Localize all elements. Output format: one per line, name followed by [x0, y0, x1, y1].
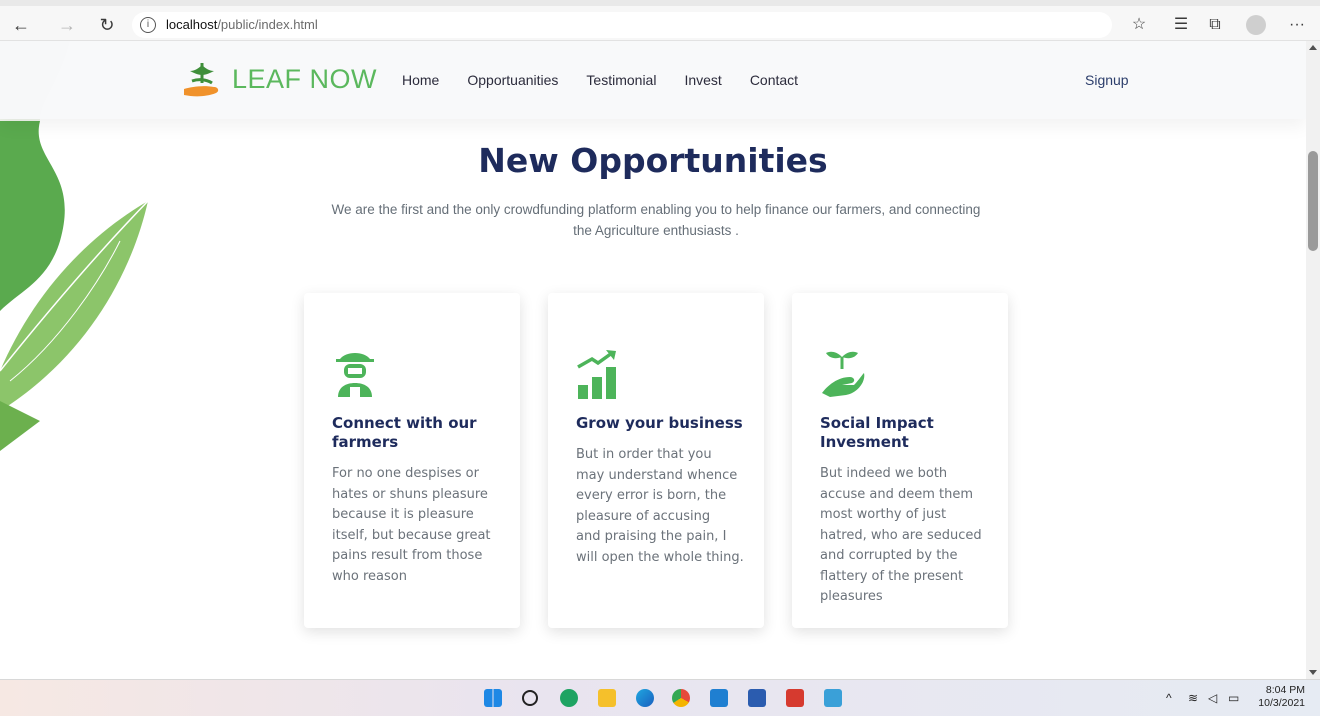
card-text-line: pains result from those: [332, 548, 483, 563]
scroll-thumb[interactable]: [1308, 151, 1318, 251]
card-text-line: and corrupted by the: [820, 548, 958, 563]
battery-icon[interactable]: ▭: [1228, 691, 1239, 705]
edge-icon[interactable]: [636, 689, 654, 707]
plant-hand-icon: [822, 351, 865, 397]
card-text-line: and praising the pain, I: [576, 529, 727, 544]
clock-date: 10/3/2021: [1258, 697, 1305, 709]
card-title: Connect with our farmers: [332, 414, 502, 452]
reload-button[interactable]: ↻: [96, 14, 118, 36]
main-nav: Home Opportuanities Testimonial Invest C…: [402, 72, 798, 88]
word-icon[interactable]: [748, 689, 766, 707]
page-viewport: LEAF NOW Home Opportuanities Testimonial…: [0, 41, 1306, 679]
card-text-line: who reason: [332, 568, 407, 584]
url-text[interactable]: localhost/public/index.html: [166, 17, 318, 32]
page-scrollbar[interactable]: [1306, 41, 1320, 679]
card-text-line: most worthy of just: [820, 507, 947, 522]
search-icon[interactable]: [522, 690, 538, 706]
browser-toolbar: ← → ↻ i localhost/public/index.html ☆ ☰ …: [0, 0, 1320, 41]
more-icon[interactable]: ···: [1286, 14, 1308, 36]
show-hidden-icons-icon[interactable]: ^: [1166, 691, 1172, 705]
pdf-icon[interactable]: [786, 689, 804, 707]
card-title-line: farmers: [332, 433, 399, 451]
skype-icon[interactable]: [560, 689, 578, 707]
vscode-icon[interactable]: [710, 689, 728, 707]
star-add-icon[interactable]: ☆: [1128, 14, 1150, 36]
card-text-line: For no one despises or: [332, 466, 479, 481]
card-text-line: But in order that you: [576, 447, 712, 462]
windows-start-icon[interactable]: [484, 689, 502, 707]
card-title-line: Social Impact: [820, 414, 934, 432]
card-text-line: because it is pleasure: [332, 507, 474, 522]
card-title: Grow your business: [576, 414, 746, 433]
nav-invest[interactable]: Invest: [684, 72, 721, 88]
farmer-icon: [336, 353, 374, 397]
collections-icon[interactable]: ⧉: [1204, 14, 1226, 36]
clock-time: 8:04 PM: [1265, 684, 1305, 696]
notepad-icon[interactable]: [824, 689, 842, 707]
back-button[interactable]: ←: [10, 14, 32, 36]
nav-contact[interactable]: Contact: [750, 72, 798, 88]
subtitle-line: We are the first and the only crowdfundi…: [331, 202, 981, 217]
url-path: /public/index.html: [217, 17, 318, 32]
scroll-up-arrow-icon[interactable]: [1309, 45, 1317, 50]
nav-testimonial[interactable]: Testimonial: [586, 72, 656, 88]
wifi-icon[interactable]: ≋: [1188, 691, 1198, 705]
windows-taskbar: ^ ≋ ◁ ▭ 8:04 PM 10/3/2021: [0, 679, 1320, 716]
card-title-line: Grow your business: [576, 414, 743, 432]
nav-opportunities[interactable]: Opportuanities: [467, 72, 558, 88]
url-host: localhost: [166, 17, 218, 32]
card-title: Social Impact Invesment: [820, 414, 990, 452]
card-text-line: pleasure of accusing: [576, 508, 711, 524]
card-text-line: accuse and deem them: [820, 486, 974, 502]
card-text-line: But indeed we both: [820, 466, 948, 481]
tab-strip: [0, 0, 1320, 6]
section-subtitle: We are the first and the only crowdfundi…: [300, 199, 1012, 241]
card-text-line: pleasures: [820, 589, 883, 604]
file-explorer-icon[interactable]: [598, 689, 616, 707]
card-text-line: will open the whole thing.: [576, 549, 744, 565]
brand-logo[interactable]: LEAF NOW: [180, 59, 377, 99]
scroll-down-arrow-icon[interactable]: [1309, 670, 1317, 675]
card-text-line: flattery of the present: [820, 568, 964, 584]
system-clock[interactable]: 8:04 PM 10/3/2021: [1255, 684, 1305, 710]
leaf-hand-logo-icon: [184, 63, 219, 97]
nav-home[interactable]: Home: [402, 72, 439, 88]
address-bar[interactable]: i localhost/public/index.html: [132, 12, 1112, 38]
card-body: But indeed we both accuse and deem them …: [820, 464, 992, 608]
volume-icon[interactable]: ◁: [1208, 691, 1217, 705]
opportunity-card-social-impact: Social Impact Invesment But indeed we bo…: [792, 293, 1008, 628]
opportunity-card-business: Grow your business But in order that you…: [548, 293, 764, 628]
card-body: For no one despises or hates or shuns pl…: [332, 464, 504, 587]
favorites-icon[interactable]: ☰: [1170, 14, 1192, 36]
card-body: But in order that you may understand whe…: [576, 445, 748, 568]
signup-link[interactable]: Signup: [1085, 72, 1129, 88]
opportunity-card-farmers: Connect with our farmers For no one desp…: [304, 293, 520, 628]
card-text-line: hates or shuns pleasure: [332, 486, 488, 502]
growth-chart-icon: [577, 350, 616, 399]
profile-icon[interactable]: [1246, 15, 1266, 35]
subtitle-line: the Agriculture enthusiasts .: [573, 223, 739, 238]
card-text-line: itself, but because great: [332, 527, 491, 543]
brand-name: LEAF NOW: [232, 63, 378, 94]
card-text-line: hatred, who are seduced: [820, 527, 982, 543]
card-text-line: every error is born, the: [576, 488, 727, 503]
site-header: LEAF NOW Home Opportuanities Testimonial…: [0, 41, 1306, 119]
site-info-icon[interactable]: i: [140, 17, 156, 33]
card-text-line: may understand whence: [576, 467, 738, 483]
chrome-icon[interactable]: [672, 689, 690, 707]
forward-button[interactable]: →: [56, 14, 78, 36]
card-title-line: Connect with our: [332, 414, 477, 432]
card-title-line: Invesment: [820, 433, 909, 451]
section-title: New Opportunities: [478, 141, 828, 180]
